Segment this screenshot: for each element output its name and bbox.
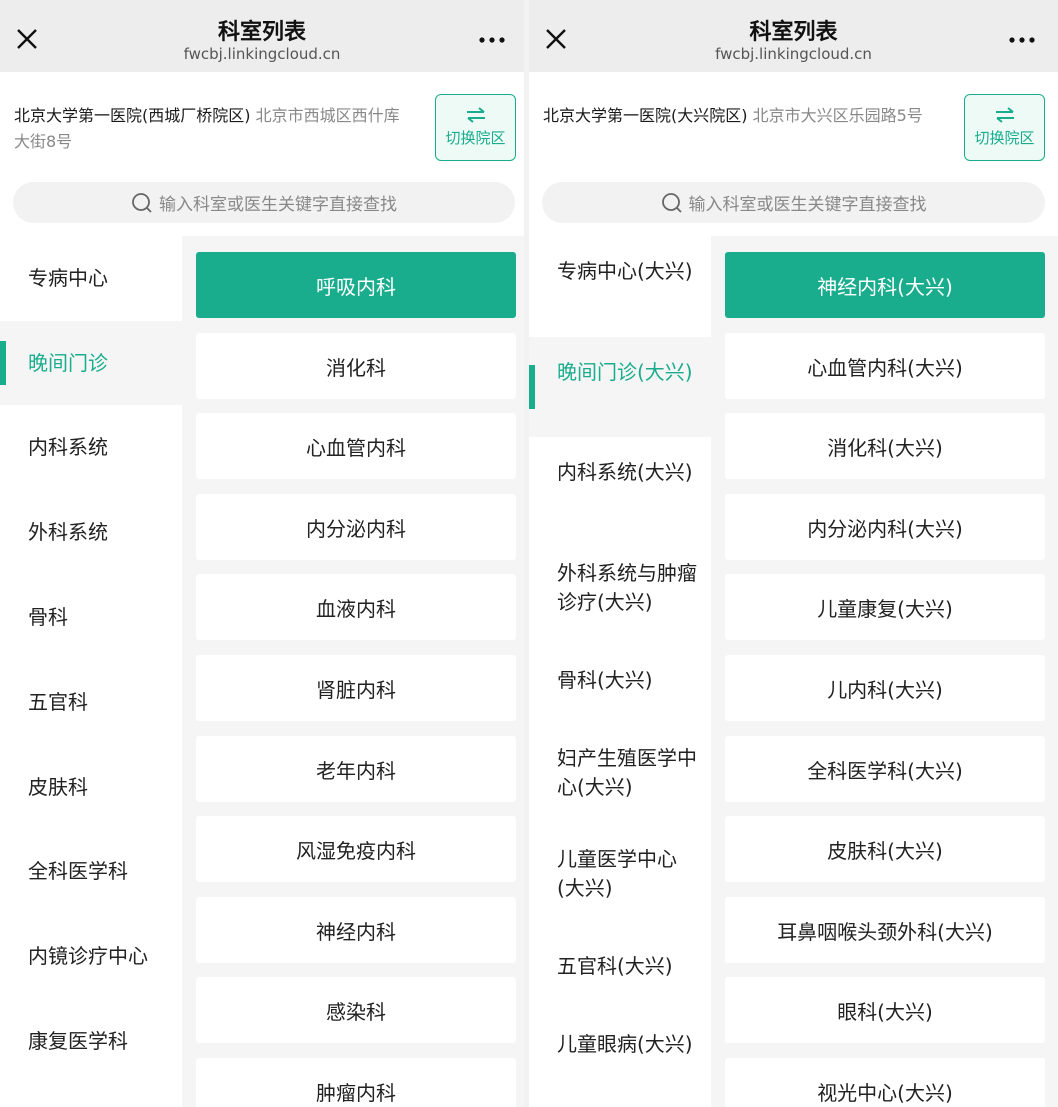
department-item[interactable]: 儿童康复(大兴) [725, 574, 1045, 640]
department-browser: 专病中心 晚间门诊 内科系统 外科系统 骨科 五官科 皮肤科 全科医学科 内镜诊… [0, 236, 524, 1107]
sidebar-item-evening-clinic[interactable]: 晚间门诊 [0, 321, 182, 405]
department-item[interactable]: 肿瘤内科 [196, 1058, 516, 1107]
page-url: fwcbj.linkingcloud.cn [183, 45, 341, 63]
sidebar-item-internal-medicine[interactable]: 内科系统(大兴) [529, 437, 711, 538]
sidebar-item-obstetrics[interactable]: 妇产生殖医学中心(大兴) [529, 738, 711, 839]
department-list: 神经内科(大兴) 心血管内科(大兴) 消化科(大兴) 内分泌内科(大兴) 儿童康… [711, 236, 1058, 1107]
sidebar-item-surgery[interactable]: 外科系统 [0, 490, 182, 575]
department-item[interactable]: 皮肤科(大兴) [725, 816, 1045, 882]
page-title: 科室列表 [749, 20, 838, 45]
category-sidebar: 专病中心(大兴) 晚间门诊(大兴) 内科系统(大兴) 外科系统与肿瘤诊疗(大兴)… [529, 236, 711, 1107]
department-item[interactable]: 耳鼻咽喉头颈外科(大兴) [725, 897, 1045, 963]
top-bar: 科室列表 fwcbj.linkingcloud.cn [0, 0, 524, 72]
page-title: 科室列表 [217, 20, 306, 45]
department-list: 呼吸内科 消化科 心血管内科 内分泌内科 血液内科 肾脏内科 老年内科 风湿免疫… [182, 236, 524, 1107]
category-sidebar: 专病中心 晚间门诊 内科系统 外科系统 骨科 五官科 皮肤科 全科医学科 内镜诊… [0, 236, 182, 1107]
sidebar-item-pediatrics[interactable]: 儿童医学中心(大兴) [529, 839, 711, 939]
sidebar-item-rehabilitation[interactable]: 康复医学科 [0, 999, 182, 1084]
screenshot-root: 科室列表 fwcbj.linkingcloud.cn 北京大学第一医院(西城厂桥… [0, 0, 1058, 1107]
sidebar-item-pediatric-ophthalmology[interactable]: 儿童眼病(大兴) [529, 1032, 711, 1107]
department-item[interactable]: 血液内科 [196, 574, 516, 640]
hospital-info: 北京大学第一医院(西城厂桥院区) 北京市西城区西什库大街8号 [14, 103, 414, 155]
hospital-name: 北京大学第一医院(大兴院区) [543, 106, 748, 125]
active-indicator [529, 365, 535, 409]
more-icon[interactable] [1008, 30, 1036, 50]
sidebar-item-orthopedics[interactable]: 骨科 [0, 575, 182, 660]
department-item[interactable]: 内分泌内科(大兴) [725, 494, 1045, 560]
active-indicator [0, 341, 6, 385]
department-item[interactable]: 心血管内科(大兴) [725, 333, 1045, 399]
department-item[interactable]: 风湿免疫内科 [196, 816, 516, 882]
sidebar-item-evening-clinic[interactable]: 晚间门诊(大兴) [529, 337, 711, 437]
hospital-info: 北京大学第一医院(大兴院区) 北京市大兴区乐园路5号 [543, 103, 943, 129]
sidebar-item-orthopedics[interactable]: 骨科(大兴) [529, 638, 711, 738]
department-item[interactable]: 全科医学科(大兴) [725, 736, 1045, 802]
sidebar-item-surgery-oncology[interactable]: 外科系统与肿瘤诊疗(大兴) [529, 538, 711, 638]
department-item[interactable]: 肾脏内科 [196, 655, 516, 721]
department-item[interactable]: 老年内科 [196, 736, 516, 802]
swap-icon [995, 107, 1014, 123]
department-item[interactable]: 视光中心(大兴) [725, 1058, 1045, 1107]
department-item[interactable]: 神经内科 [196, 897, 516, 963]
department-item[interactable]: 神经内科(大兴) [725, 252, 1045, 318]
department-item[interactable]: 消化科(大兴) [725, 413, 1045, 479]
panel-xicheng: 科室列表 fwcbj.linkingcloud.cn 北京大学第一医院(西城厂桥… [0, 0, 524, 1107]
sidebar-item-special-disease[interactable]: 专病中心(大兴) [529, 236, 711, 337]
department-item[interactable]: 眼科(大兴) [725, 977, 1045, 1043]
department-item[interactable]: 消化科 [196, 333, 516, 399]
search-placeholder: 输入科室或医生关键字直接查找 [159, 195, 397, 215]
panel-daxing: 科室列表 fwcbj.linkingcloud.cn 北京大学第一医院(大兴院区… [529, 0, 1058, 1107]
department-item[interactable]: 内分泌内科 [196, 494, 516, 560]
search-input[interactable]: 输入科室或医生关键字直接查找 [13, 182, 515, 223]
sidebar-item-internal-medicine[interactable]: 内科系统 [0, 405, 182, 490]
sidebar-item-endoscopy[interactable]: 内镜诊疗中心 [0, 914, 182, 999]
swap-icon [466, 107, 485, 123]
sidebar-item-ent[interactable]: 五官科(大兴) [529, 939, 711, 1039]
department-item[interactable]: 心血管内科 [196, 413, 516, 479]
hospital-address: 北京市大兴区乐园路5号 [752, 106, 923, 125]
department-browser: 专病中心(大兴) 晚间门诊(大兴) 内科系统(大兴) 外科系统与肿瘤诊疗(大兴)… [529, 236, 1058, 1107]
page-url: fwcbj.linkingcloud.cn [715, 45, 872, 63]
top-bar: 科室列表 fwcbj.linkingcloud.cn [529, 0, 1058, 72]
switch-campus-button[interactable]: 切换院区 [964, 94, 1045, 161]
sidebar-item-ent[interactable]: 五官科 [0, 660, 182, 745]
sidebar-item-general-practice[interactable]: 全科医学科 [0, 829, 182, 914]
switch-campus-label: 切换院区 [974, 129, 1035, 147]
search-input[interactable]: 输入科室或医生关键字直接查找 [542, 182, 1045, 223]
search-icon [132, 192, 152, 213]
more-icon[interactable] [478, 30, 506, 50]
department-item[interactable]: 儿内科(大兴) [725, 655, 1045, 721]
hospital-name: 北京大学第一医院(西城厂桥院区) [14, 106, 251, 125]
switch-campus-button[interactable]: 切换院区 [435, 94, 516, 161]
department-item[interactable]: 呼吸内科 [196, 252, 516, 318]
sidebar-item-dermatology[interactable]: 皮肤科 [0, 745, 182, 829]
department-item[interactable]: 感染科 [196, 977, 516, 1043]
switch-campus-label: 切换院区 [445, 129, 506, 147]
sidebar-item-special-disease[interactable]: 专病中心 [0, 236, 182, 321]
search-placeholder: 输入科室或医生关键字直接查找 [688, 195, 927, 215]
search-icon [661, 192, 682, 213]
